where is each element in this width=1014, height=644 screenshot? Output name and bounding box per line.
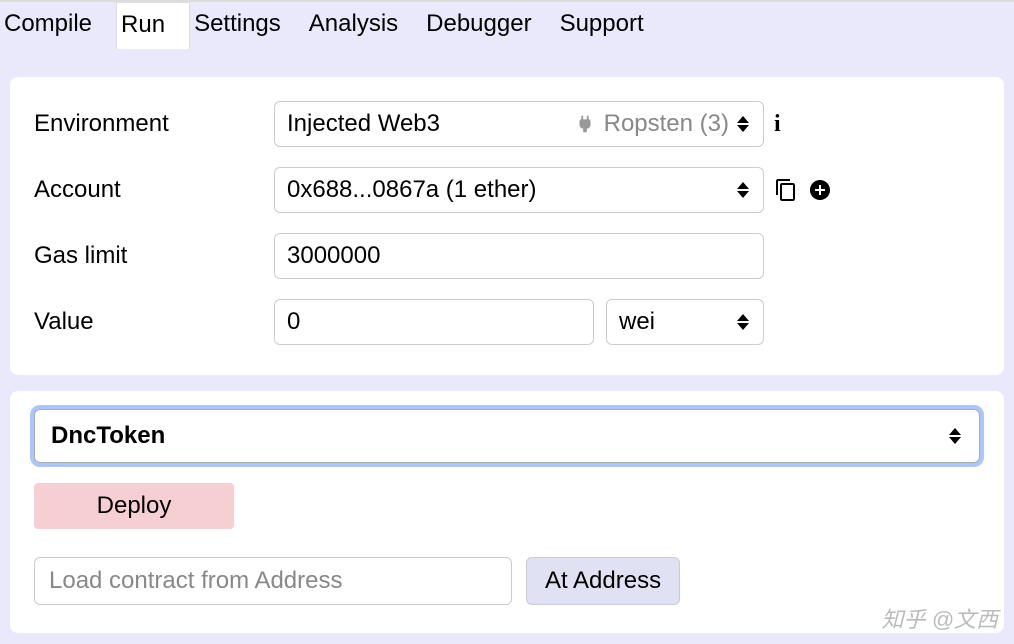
chevron-updown-icon bbox=[737, 179, 751, 201]
environment-select[interactable]: Injected Web3 Ropsten (3) bbox=[274, 101, 764, 147]
account-select[interactable]: 0x688...0867a (1 ether) bbox=[274, 167, 764, 213]
load-contract-row: At Address bbox=[34, 557, 980, 605]
account-value: 0x688...0867a (1 ether) bbox=[287, 176, 537, 204]
value-amount-input[interactable] bbox=[287, 308, 581, 336]
environment-network: Ropsten (3) bbox=[604, 110, 729, 138]
gas-limit-input[interactable] bbox=[287, 242, 751, 270]
gas-row: Gas limit bbox=[34, 233, 980, 279]
tab-compile[interactable]: Compile bbox=[0, 2, 116, 49]
contract-name: DncToken bbox=[51, 422, 165, 450]
environment-label: Environment bbox=[34, 110, 274, 138]
value-input-wrapper bbox=[274, 299, 594, 345]
environment-row: Environment Injected Web3 Ropsten (3) i bbox=[34, 101, 980, 147]
contract-select[interactable]: DncToken bbox=[34, 409, 980, 463]
deploy-panel: DncToken Deploy At Address bbox=[10, 391, 1004, 633]
chevron-updown-icon bbox=[737, 113, 751, 135]
copy-icon[interactable] bbox=[774, 178, 798, 202]
value-unit: wei bbox=[619, 308, 655, 336]
plus-circle-icon[interactable] bbox=[808, 178, 832, 202]
gas-input-wrapper bbox=[274, 233, 764, 279]
tab-analysis[interactable]: Analysis bbox=[305, 2, 422, 49]
chevron-updown-icon bbox=[949, 425, 963, 447]
tab-debugger[interactable]: Debugger bbox=[422, 2, 555, 49]
tab-run[interactable]: Run bbox=[116, 2, 190, 49]
tab-settings[interactable]: Settings bbox=[190, 2, 305, 49]
chevron-updown-icon bbox=[737, 311, 751, 333]
deploy-button[interactable]: Deploy bbox=[34, 483, 234, 529]
tab-bar: Compile Run Settings Analysis Debugger S… bbox=[0, 0, 1014, 49]
at-address-button[interactable]: At Address bbox=[526, 557, 680, 605]
environment-value: Injected Web3 bbox=[287, 110, 574, 138]
value-row: Value wei bbox=[34, 299, 980, 345]
info-icon[interactable]: i bbox=[774, 111, 781, 138]
tab-support[interactable]: Support bbox=[556, 2, 668, 49]
value-unit-select[interactable]: wei bbox=[606, 299, 764, 345]
gas-label: Gas limit bbox=[34, 242, 274, 270]
address-input-wrapper bbox=[34, 557, 512, 605]
contract-address-input[interactable] bbox=[49, 567, 497, 595]
account-row: Account 0x688...0867a (1 ether) bbox=[34, 167, 980, 213]
run-config-panel: Environment Injected Web3 Ropsten (3) i … bbox=[10, 77, 1004, 375]
plug-icon bbox=[574, 113, 596, 135]
account-label: Account bbox=[34, 176, 274, 204]
value-label: Value bbox=[34, 308, 274, 336]
